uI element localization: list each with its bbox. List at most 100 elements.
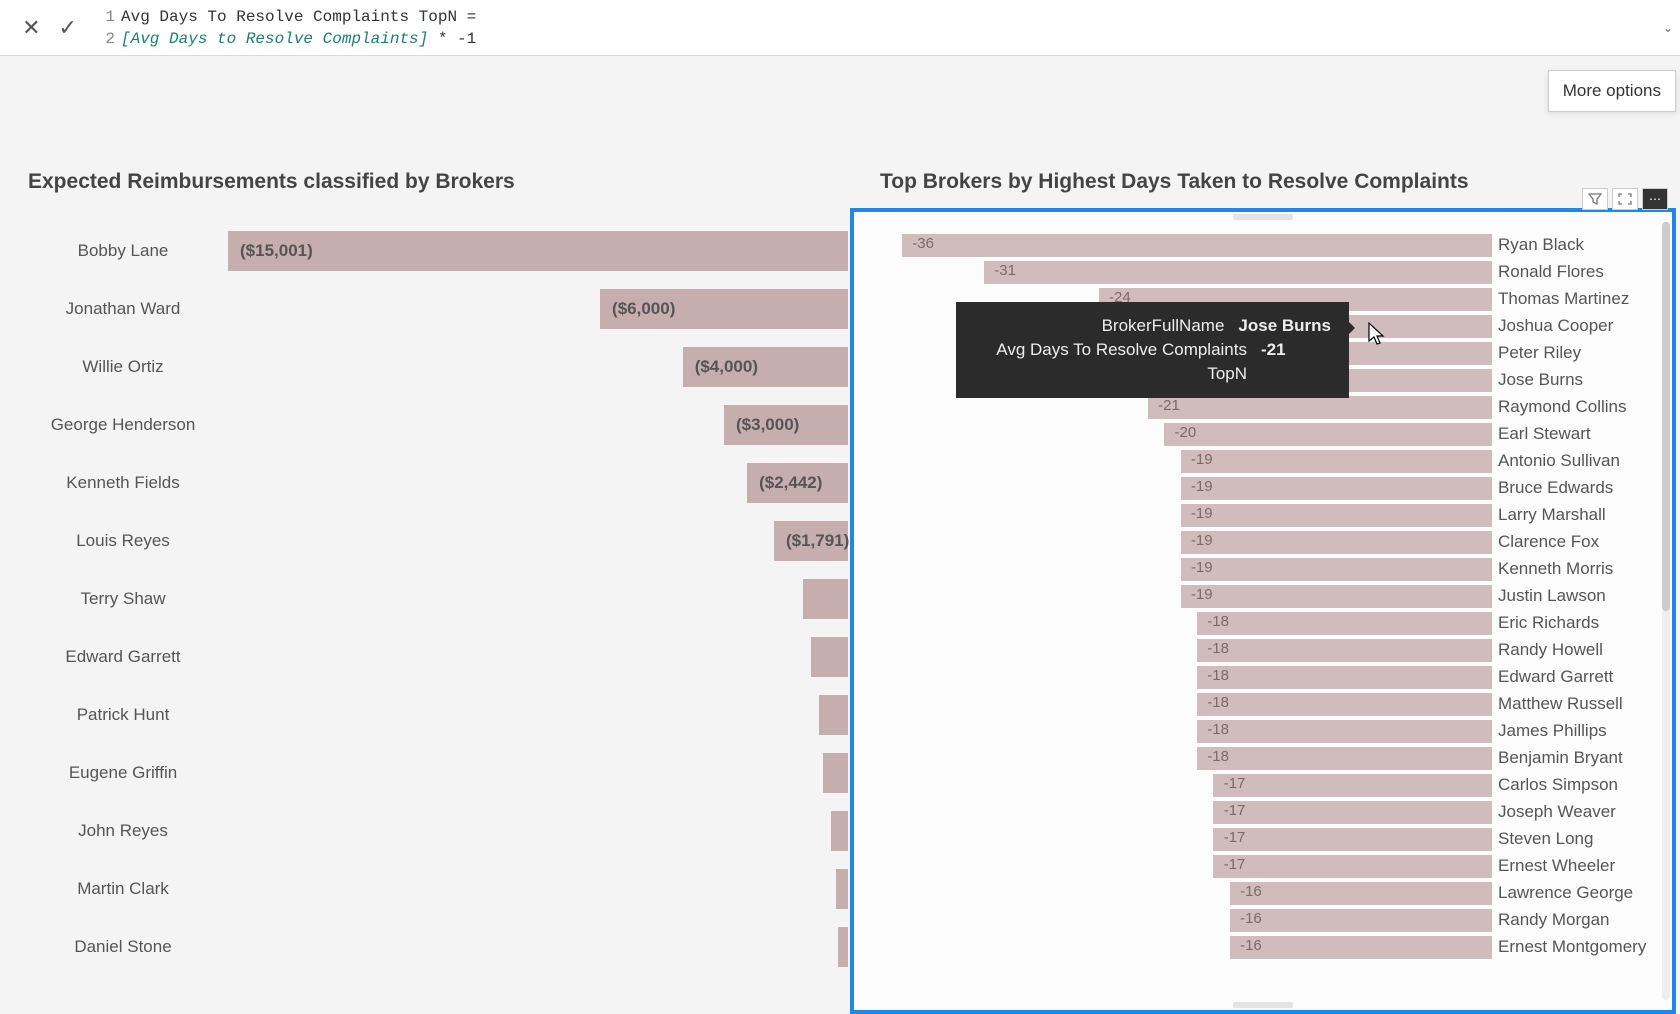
resize-handle-top[interactable] [1233,214,1293,220]
right-bar-value-label: -19 [1191,559,1213,576]
left-bar[interactable] [823,753,848,793]
cancel-icon[interactable]: ✕ [22,15,40,41]
right-bar[interactable] [984,261,1492,284]
right-bar[interactable] [902,234,1492,257]
right-bar-row[interactable]: -31Ronald Flores [894,259,1492,286]
right-category-label: Peter Riley [1498,343,1581,363]
resize-handle-bottom[interactable] [1233,1002,1293,1008]
right-bar-row[interactable]: -18James Phillips [894,718,1492,745]
right-bar-row[interactable]: -19Antonio Sullivan [894,448,1492,475]
left-bar[interactable] [838,927,848,967]
right-bar[interactable] [1197,747,1492,770]
right-bar[interactable] [1181,585,1492,608]
right-category-label: Joshua Cooper [1498,316,1613,336]
right-bar[interactable] [1197,612,1492,635]
left-bar[interactable] [803,579,848,619]
right-bar[interactable] [1181,450,1492,473]
commit-icon[interactable]: ✓ [59,15,77,41]
left-bar-row[interactable]: John Reyes [28,802,848,860]
left-bar-row[interactable]: Jonathan Ward($6,000) [28,280,848,338]
right-bar[interactable] [1197,666,1492,689]
more-options-icon[interactable]: ⋯ [1642,188,1668,210]
right-bar-row[interactable]: -18Edward Garrett [894,664,1492,691]
right-bar-row[interactable]: -16Lawrence George [894,880,1492,907]
right-bar[interactable] [1213,774,1492,797]
left-bar[interactable]: ($15,001) [228,231,848,271]
tooltip-key1: BrokerFullName [1102,314,1225,338]
right-bar-value-label: -19 [1191,505,1213,522]
right-bar[interactable] [1181,558,1492,581]
left-bar-value-label: ($2,442) [759,473,822,493]
scrollbar[interactable] [1662,222,1670,1000]
right-bar-value-label: -16 [1240,910,1262,927]
right-bar-row[interactable]: -19Larry Marshall [894,502,1492,529]
right-bar-row[interactable]: -19Clarence Fox [894,529,1492,556]
right-bar[interactable] [1181,504,1492,527]
focus-mode-icon[interactable] [1612,188,1638,210]
right-bar-value-label: -19 [1191,478,1213,495]
left-bar-row[interactable]: Louis Reyes ($1,791) [28,512,848,570]
right-bar-row[interactable]: -36Ryan Black [894,232,1492,259]
left-bar-row[interactable]: Patrick Hunt [28,686,848,744]
left-bar[interactable] [836,869,848,909]
left-bar-row[interactable]: Terry Shaw [28,570,848,628]
left-bar[interactable] [811,637,848,677]
dax-line1: Avg Days To Resolve Complaints TopN = [121,8,476,26]
right-bar-row[interactable]: -18Matthew Russell [894,691,1492,718]
left-bar[interactable] [831,811,848,851]
left-bar-row[interactable]: Willie Ortiz($4,000) [28,338,848,396]
right-bar-row[interactable]: -17Ernest Wheeler [894,853,1492,880]
left-bar[interactable]: ($6,000) [600,289,848,329]
left-bar-row[interactable]: Daniel Stone [28,918,848,976]
right-category-label: Benjamin Bryant [1498,748,1623,768]
right-bar-row[interactable]: -17Carlos Simpson [894,772,1492,799]
right-bar-row[interactable]: -16Ernest Montgomery [894,934,1492,961]
right-bar-value-label: -36 [912,235,934,252]
right-bar-row[interactable]: -18Randy Howell [894,637,1492,664]
right-bar-value-label: -31 [994,262,1016,279]
right-bar[interactable] [1164,423,1492,446]
right-bar-row[interactable]: -17Steven Long [894,826,1492,853]
right-bar-row[interactable]: -18Eric Richards [894,610,1492,637]
formula-expand-icon[interactable]: ⌄ [1656,0,1680,55]
left-bar[interactable]: ($2,442) [747,463,848,503]
right-category-label: James Phillips [1498,721,1607,741]
right-bar[interactable] [1148,396,1492,419]
filter-icon[interactable] [1582,188,1608,210]
right-bar[interactable] [1213,855,1492,878]
more-options-button[interactable]: More options [1548,70,1676,112]
right-bar[interactable] [1197,720,1492,743]
right-bar[interactable] [1213,828,1492,851]
dax-editor[interactable]: 1Avg Days To Resolve Complaints TopN = 2… [93,0,1656,55]
right-bar-row[interactable]: -17Joseph Weaver [894,799,1492,826]
right-bar[interactable] [1181,477,1492,500]
right-bar[interactable] [1181,531,1492,554]
right-bar-row[interactable]: -18Benjamin Bryant [894,745,1492,772]
right-bar[interactable] [1230,882,1492,905]
left-bar-row[interactable]: Martin Clark [28,860,848,918]
left-category-label: Louis Reyes [28,531,228,551]
right-bar-row[interactable]: -19Justin Lawson [894,583,1492,610]
right-bar[interactable] [1197,693,1492,716]
right-bar-row[interactable]: -16Randy Morgan [894,907,1492,934]
left-bar[interactable]: ($3,000) [724,405,848,445]
right-bar[interactable] [1197,639,1492,662]
left-bar-row[interactable]: Edward Garrett [28,628,848,686]
left-bar-row[interactable]: Bobby Lane($15,001) [28,222,848,280]
scrollbar-thumb[interactable] [1662,222,1670,611]
right-bar[interactable] [1230,909,1492,932]
left-bar[interactable]: ($1,791) [774,521,848,561]
left-bar-row[interactable]: Eugene Griffin [28,744,848,802]
left-bar-row[interactable]: Kenneth Fields($2,442) [28,454,848,512]
right-bar-row[interactable]: -20Earl Stewart [894,421,1492,448]
left-bar[interactable] [819,695,848,735]
right-bar[interactable] [1230,936,1492,959]
right-bar-row[interactable]: -19Kenneth Morris [894,556,1492,583]
left-chart[interactable]: Expected Reimbursements classified by Br… [28,170,848,976]
right-bar-row[interactable]: -21Raymond Collins [894,394,1492,421]
left-bar-row[interactable]: George Henderson($3,000) [28,396,848,454]
right-bar-row[interactable]: -19Bruce Edwards [894,475,1492,502]
left-bar[interactable]: ($4,000) [683,347,848,387]
right-bar[interactable] [1213,801,1492,824]
right-chart[interactable]: Top Brokers by Highest Days Taken to Res… [850,170,1676,214]
